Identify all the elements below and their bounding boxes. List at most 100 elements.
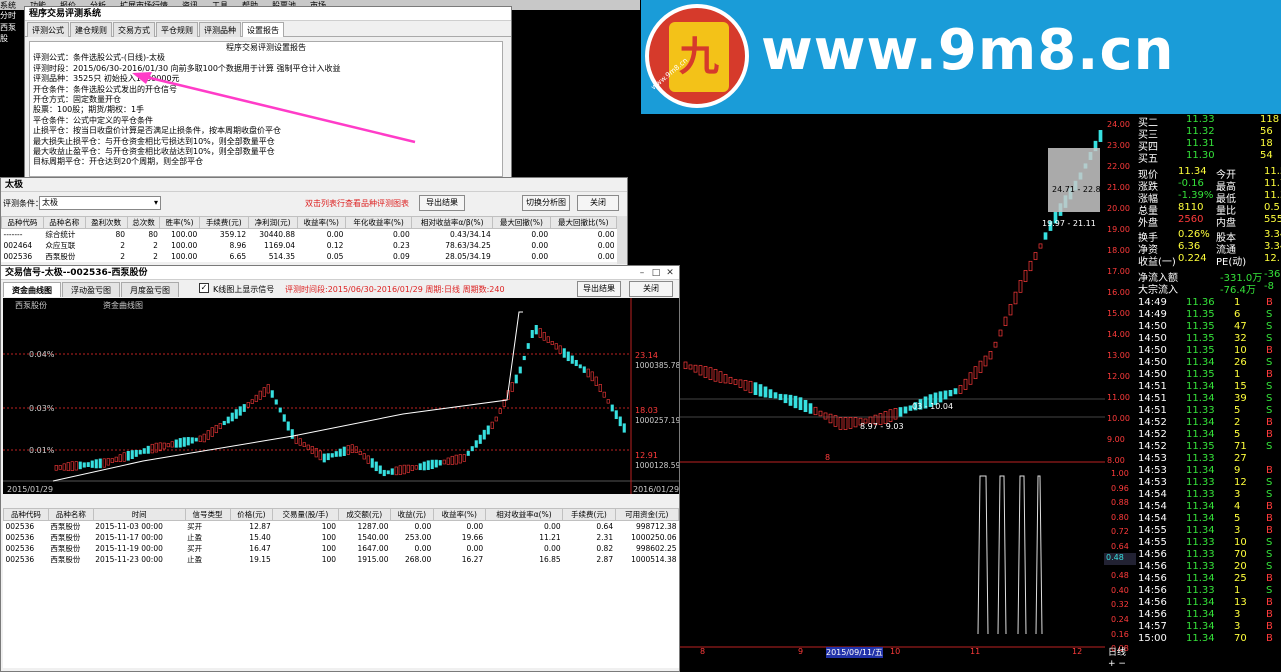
trade-cell: 1915.00 [357, 555, 389, 564]
taiji-column-header[interactable]: 年化收益率(%) [344, 216, 413, 229]
tick-row-cell: B [1266, 597, 1273, 608]
trade-column-header[interactable]: 交易量(股/手) [272, 508, 339, 521]
tick-row-cell: S [1266, 441, 1273, 452]
taiji-column-header[interactable]: 总次数 [126, 216, 161, 229]
report-line: 评测公式：条件选股公式-(日线)-太极 [33, 53, 166, 63]
minimize-icon[interactable]: – [635, 266, 649, 280]
taiji-export-button[interactable]: 导出结果 [419, 195, 465, 211]
taiji-column-header[interactable]: 收益率(%) [296, 216, 346, 229]
trade-column-header[interactable]: 品种名称 [47, 508, 94, 521]
bid-row: 买三 11.32 56 [1138, 126, 1281, 141]
trade-column-header[interactable]: 价格(元) [229, 508, 274, 521]
trade-column-header[interactable]: 相对收益率α(%) [484, 508, 564, 521]
curve-candle [518, 366, 522, 374]
trade-column-header[interactable]: 信号类型 [184, 508, 231, 521]
report-tab-0[interactable]: 评测公式 [27, 22, 69, 37]
taiji-cell: 2 [153, 252, 158, 261]
tick-row-cell: B [1266, 513, 1273, 524]
kline-candle [823, 412, 828, 420]
tick-row-cell: S [1266, 309, 1273, 320]
bid-row: 买四 11.31 18 [1138, 138, 1281, 153]
chevron-down-icon: ▾ [153, 198, 158, 207]
signal-tab-2[interactable]: 月度盈亏图 [121, 282, 179, 297]
taiji-scrollbar[interactable] [617, 216, 627, 264]
report-tab-1[interactable]: 建仓规则 [70, 22, 112, 37]
signal-tabs: 资金曲线图 浮动盈亏图 月度盈亏图 [3, 282, 180, 297]
signal-close-button[interactable]: 关闭 [629, 281, 673, 297]
trade-column-header[interactable]: 收益率(%) [432, 508, 486, 521]
close-icon[interactable]: ✕ [663, 266, 677, 280]
app-menu-item-0[interactable]: 系统 [0, 0, 16, 10]
trade-cell: 998602.25 [635, 544, 677, 553]
trade-column-header[interactable]: 手续费(元) [562, 508, 616, 521]
report-tab-5[interactable]: 设置报告 [242, 22, 284, 37]
price-axis-label: 22.00 [1107, 162, 1130, 171]
tick-row-cell: 11.34 [1186, 621, 1215, 632]
report-tab-3[interactable]: 平仓规则 [156, 22, 198, 37]
day-label[interactable]: 日线 [1108, 645, 1126, 658]
tick-row-cell: 3 [1234, 489, 1241, 500]
bid-row-cell: 11.30 [1186, 150, 1215, 161]
taiji-column-header[interactable]: 手续费(元) [198, 216, 249, 229]
signal-tab-1[interactable]: 浮动盈亏图 [62, 282, 120, 297]
taiji-row[interactable]: 002536 西泵股份 2 2 100.00 6.65 514.35 0.05 0.09 28.0… [2, 251, 617, 262]
tick-row-cell: 11.35 [1186, 309, 1215, 320]
tick-row-cell: 11.34 [1186, 573, 1215, 584]
tick-row-cell: B [1266, 369, 1273, 380]
curve-candle [322, 453, 326, 463]
taiji-close-button[interactable]: 关闭 [577, 195, 619, 211]
curve-candle [614, 410, 618, 420]
trade-column-header[interactable]: 成交额(元) [337, 508, 391, 521]
signal-tab-0[interactable]: 资金曲线图 [3, 282, 61, 297]
taiji-cell: 100.00 [171, 241, 198, 250]
show-signal-checkbox[interactable]: ✓ [199, 283, 209, 293]
tab-stock[interactable]: 西泵股 [0, 22, 22, 43]
report-line: 目标周期平仓：开仓达到20个周期，则全部平仓 [33, 157, 204, 167]
trade-row[interactable]: 002536 西泵股份 2015-11-23 00:00 止盈 19.15 100 1915… [4, 554, 679, 565]
kline-candle [893, 408, 898, 420]
tick-row-cell: 14:51 [1138, 405, 1167, 416]
tick-row-cell: 14:55 [1138, 525, 1167, 536]
taiji-column-header[interactable]: 相对收益率α/β(%) [411, 216, 494, 229]
flow-row: 大宗流入 -76.4万 -8 [1138, 281, 1281, 296]
taiji-column-header[interactable]: 最大回撤比(%) [549, 216, 618, 229]
curve-candle [570, 355, 574, 364]
curve-candle [566, 351, 570, 362]
report-tab-2[interactable]: 交易方式 [113, 22, 155, 37]
taiji-column-header[interactable]: 胜率(%) [159, 216, 200, 229]
taiji-column-header[interactable]: 最大回撤(%) [492, 216, 551, 229]
signal-export-button[interactable]: 导出结果 [577, 281, 621, 297]
switch-chart-button[interactable]: 切换分析图 [522, 195, 570, 211]
taiji-column-header[interactable]: 品种代码 [1, 216, 44, 229]
curve-candle [154, 442, 158, 453]
condition-select[interactable]: 太极 ▾ [39, 196, 161, 210]
trade-column-header[interactable]: 可用资金(元) [614, 508, 680, 521]
trade-cell: 11.21 [539, 533, 561, 542]
maximize-icon[interactable]: □ [649, 266, 663, 280]
taiji-column-header[interactable]: 净利润(元) [247, 216, 298, 229]
trade-column-header[interactable]: 品种代码 [3, 508, 49, 521]
report-tab-4[interactable]: 评测品种 [199, 22, 241, 37]
kline-candle [888, 409, 893, 422]
stat-row: 换手0.26%股本3.34 [1138, 229, 1281, 244]
trade-row[interactable]: 002536 西泵股份 2015-11-17 00:00 止盈 15.40 100 1540… [4, 532, 679, 543]
tab-timeshare[interactable]: 分时 [0, 10, 22, 22]
curve-candle [606, 399, 610, 404]
trade-column-header[interactable]: 收益(元) [389, 508, 434, 521]
zoom-buttons[interactable]: + − [1108, 659, 1126, 669]
tick-row-cell: B [1266, 417, 1273, 428]
trade-row[interactable]: 002536 西泵股份 2015-11-19 00:00 买开 16.47 100 1647… [4, 543, 679, 554]
taiji-column-header[interactable]: 盈利次数 [84, 216, 128, 229]
taiji-row[interactable]: ------- 综合统计 80 80 100.00 359.12 30440.88 0.00 0… [2, 229, 617, 241]
taiji-row[interactable]: 002464 众应互联 2 2 100.00 8.96 1169.04 0.12 0.23 78.… [2, 240, 617, 251]
tick-row: 14:51 11.33 5 S [1138, 405, 1281, 417]
curve-candle [82, 462, 86, 468]
trade-row[interactable]: 002536 西泵股份 2015-11-03 00:00 买开 12.87 100 1287… [4, 521, 679, 533]
trade-column-header[interactable]: 时间 [92, 508, 186, 521]
tick-row: 14:56 11.34 13 B [1138, 597, 1281, 609]
taiji-column-header[interactable]: 品种名称 [42, 216, 86, 229]
price-axis-label: 15.00 [1107, 309, 1130, 318]
taiji-cell: 514.35 [268, 252, 296, 261]
taiji-cell: 78.63/34.25 [445, 241, 491, 250]
tick-row: 14:53 11.34 9 B [1138, 465, 1281, 477]
